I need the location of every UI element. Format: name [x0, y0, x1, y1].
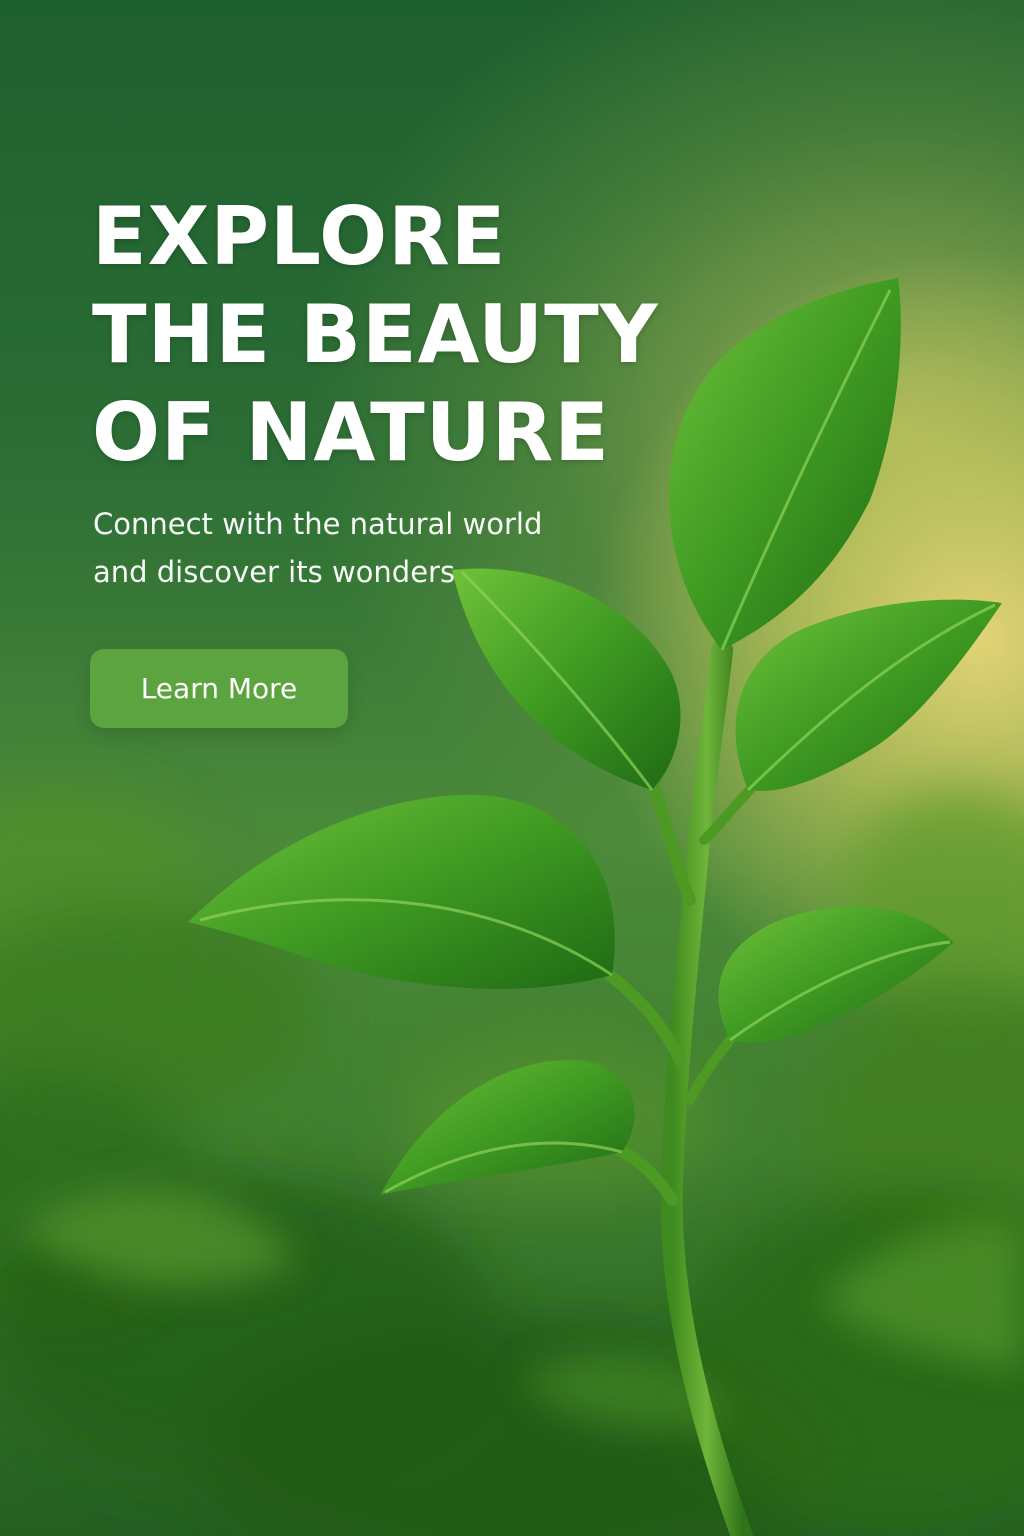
leaf-top [668, 278, 901, 650]
hero-poster: EXPLORE THE BEAUTY OF NATURE Connect wit… [0, 0, 1024, 1536]
headline-line-1: EXPLORE [92, 190, 507, 283]
subtitle-line-1: Connect with the natural world [93, 507, 543, 541]
headline-line-2: THE BEAUTY [92, 288, 659, 381]
plant-stem [660, 639, 753, 1536]
learn-more-button[interactable]: Learn More [90, 649, 348, 728]
subtitle: Connect with the natural world and disco… [93, 500, 542, 596]
headline: EXPLORE THE BEAUTY OF NATURE [92, 188, 659, 482]
headline-line-3: OF NATURE [92, 386, 610, 479]
subtitle-line-2: and discover its wonders [93, 555, 456, 589]
leaf-upper-left [452, 568, 681, 790]
leaf-big-left [188, 794, 615, 989]
